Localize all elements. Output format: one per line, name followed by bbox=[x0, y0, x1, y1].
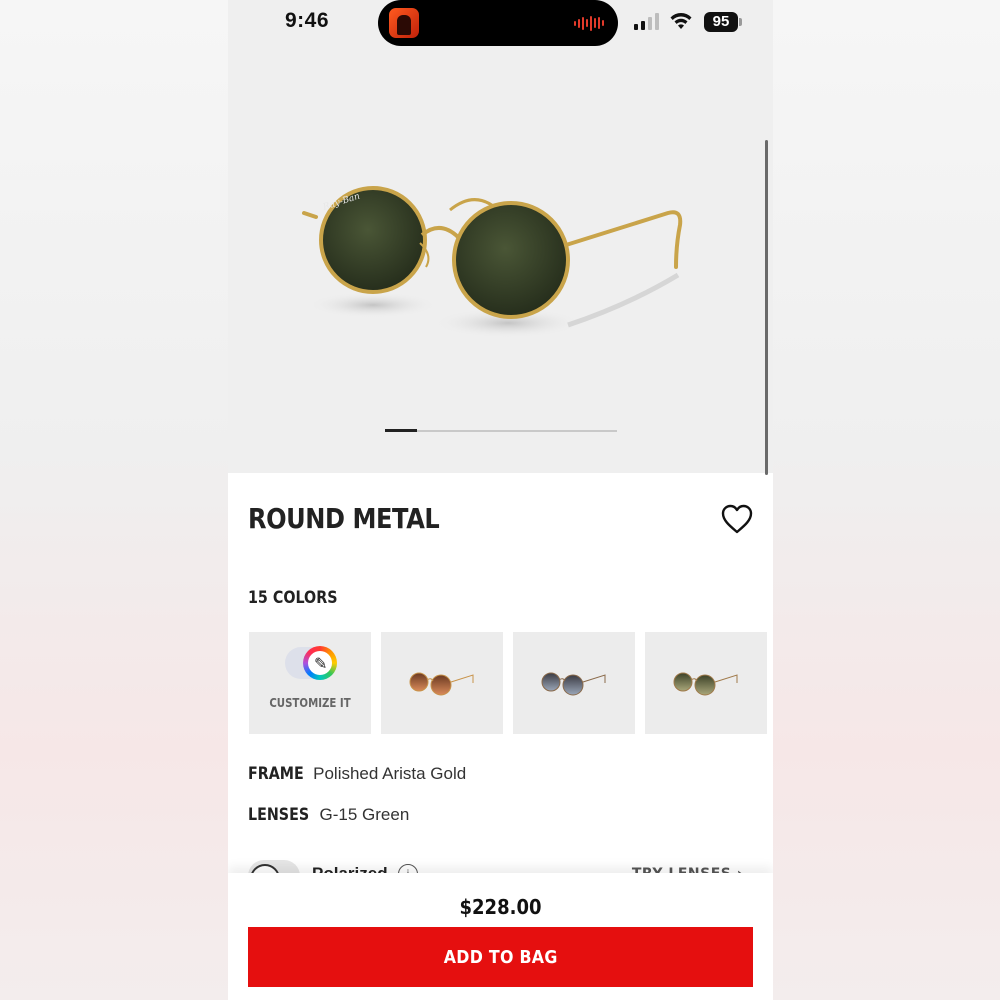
add-to-bag-label: ADD TO BAG bbox=[443, 946, 558, 968]
customize-it-swatch[interactable]: ✎ CUSTOMIZE IT bbox=[249, 632, 371, 734]
carousel-active-segment bbox=[385, 429, 417, 432]
spec-frame-value: Polished Arista Gold bbox=[313, 764, 467, 783]
battery-indicator: 95 bbox=[704, 12, 738, 32]
now-playing-app-icon[interactable] bbox=[389, 8, 419, 38]
purchase-bar: $228.00 ADD TO BAG bbox=[228, 873, 773, 1000]
spec-frame-key: FRAME bbox=[248, 764, 304, 784]
wifi-icon bbox=[670, 13, 692, 29]
product-price: $228.00 bbox=[459, 895, 542, 919]
spec-frame-row: FRAME Polished Arista Gold bbox=[248, 764, 466, 784]
sunglasses-product-image[interactable]: Ray-Ban bbox=[298, 175, 698, 355]
dynamic-island[interactable] bbox=[378, 0, 618, 46]
spec-lenses-key: LENSES bbox=[248, 805, 310, 825]
spec-lenses-row: LENSES G-15 Green bbox=[248, 805, 409, 825]
product-title: ROUND METAL bbox=[248, 502, 440, 535]
status-time: 9:46 bbox=[285, 9, 330, 32]
color-swatch-brown-gradient[interactable] bbox=[381, 632, 503, 734]
pencil-icon: ✎ bbox=[314, 656, 328, 673]
swatch-glasses-image bbox=[409, 672, 474, 696]
background-left bbox=[0, 0, 228, 1000]
customize-it-label: CUSTOMIZE IT bbox=[269, 696, 351, 710]
spec-lenses-value: G-15 Green bbox=[319, 805, 410, 824]
phone-screen: 9:46 95 Ray-Ban ROUND METAL 15 COLORS ✎ … bbox=[228, 0, 773, 1000]
color-swatch-grey-gradient[interactable] bbox=[513, 632, 635, 734]
color-wheel-icon: ✎ bbox=[303, 646, 337, 680]
add-to-bag-button[interactable]: ADD TO BAG bbox=[248, 927, 753, 987]
background-right bbox=[773, 0, 1000, 1000]
color-swatch-list: ✎ CUSTOMIZE IT bbox=[249, 632, 767, 734]
swatch-glasses-image bbox=[673, 672, 738, 696]
battery-cap bbox=[739, 18, 742, 26]
cellular-signal-icon bbox=[634, 13, 659, 30]
audio-waveform-icon bbox=[574, 15, 604, 31]
product-hero: 9:46 95 Ray-Ban bbox=[228, 0, 773, 475]
favorite-heart-icon[interactable] bbox=[720, 503, 754, 535]
swatch-glasses-image bbox=[541, 672, 606, 696]
colors-count: 15 COLORS bbox=[248, 588, 338, 608]
page-scrollbar[interactable] bbox=[765, 140, 768, 475]
color-swatch-green-gradient[interactable] bbox=[645, 632, 767, 734]
image-carousel-indicator[interactable] bbox=[385, 429, 617, 432]
